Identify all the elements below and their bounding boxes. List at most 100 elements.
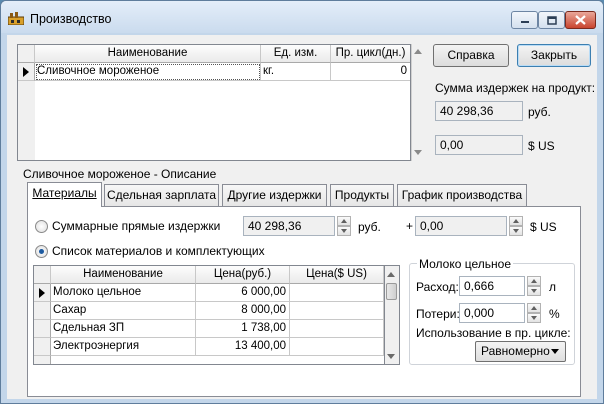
total-costs-usd-field[interactable]: 0,00 bbox=[415, 216, 507, 236]
material-price-rub-cell[interactable]: 1 738,00 bbox=[196, 320, 290, 338]
radio-selected-dot bbox=[39, 249, 44, 254]
tab-materials-label: Материалы bbox=[32, 186, 97, 200]
scroll-down-icon[interactable] bbox=[387, 354, 395, 359]
row-indicator bbox=[34, 302, 51, 320]
tab-production-schedule[interactable]: График производства bbox=[397, 184, 527, 206]
product-unit-cell[interactable]: кг. bbox=[261, 63, 331, 81]
row-indicator bbox=[34, 356, 51, 364]
material-price-rub-cell[interactable]: 8 000,00 bbox=[196, 302, 290, 320]
products-col-unit[interactable]: Ед. изм. bbox=[261, 45, 331, 63]
materials-list-label[interactable]: Список материалов и комплектующих bbox=[52, 244, 265, 258]
product-cycle-cell[interactable]: 0 bbox=[331, 63, 410, 81]
consumption-spinner[interactable] bbox=[527, 276, 541, 296]
products-grid[interactable]: Наименование Ед. изм. Пр. цикл(дн.) Слив… bbox=[17, 44, 411, 161]
close-button[interactable]: Закрыть bbox=[517, 44, 591, 67]
scroll-up-icon[interactable] bbox=[414, 49, 422, 54]
products-scrollbar[interactable] bbox=[411, 44, 426, 161]
row-indicator bbox=[34, 338, 51, 356]
description-title: Сливочное мороженое - Описание bbox=[23, 167, 217, 181]
window-title: Производство bbox=[30, 12, 112, 26]
materials-grid-corner bbox=[34, 266, 51, 284]
spin-down-button[interactable] bbox=[337, 226, 351, 236]
total-costs-usd-unit: $ US bbox=[530, 220, 557, 234]
consumption-input[interactable]: 0,666 bbox=[459, 276, 525, 296]
summary-usd-field: 0,00 bbox=[435, 135, 523, 155]
total-costs-label[interactable]: Суммарные прямые издержки bbox=[52, 219, 220, 233]
total-costs-plus: + bbox=[406, 219, 414, 233]
consumption-unit: л bbox=[549, 280, 557, 294]
materials-grid[interactable]: Наименование Цена(руб.) Цена($ US) Молок… bbox=[33, 265, 385, 365]
material-price-rub-cell[interactable]: 13 400,00 bbox=[196, 338, 290, 356]
minimize-button[interactable] bbox=[511, 11, 538, 29]
materials-col-price-rub[interactable]: Цена(руб.) bbox=[196, 266, 290, 284]
product-name-cell[interactable]: Сливочное мороженое bbox=[35, 63, 261, 81]
products-col-cycle[interactable]: Пр. цикл(дн.) bbox=[331, 45, 410, 63]
row-indicator bbox=[18, 63, 35, 81]
materials-list-radio[interactable] bbox=[35, 245, 48, 258]
spin-up-icon bbox=[341, 219, 347, 223]
total-costs-rub-spinner[interactable] bbox=[337, 216, 351, 236]
spin-down-button[interactable] bbox=[509, 226, 523, 236]
production-window: Производство Наименование Ед. изм. Пр. ц… bbox=[0, 0, 604, 404]
material-name-cell[interactable]: Электроэнергия bbox=[51, 338, 196, 356]
row-pointer-icon bbox=[39, 288, 45, 298]
tab-piecework-salary-label: Сдельная зарплата bbox=[106, 188, 217, 202]
material-name-cell[interactable]: Сахар bbox=[51, 302, 196, 320]
material-price-rub-cell[interactable]: 6 000,00 bbox=[196, 284, 290, 302]
spin-up-button[interactable] bbox=[527, 276, 541, 286]
scroll-down-icon[interactable] bbox=[414, 150, 422, 155]
tab-piecework-salary[interactable]: Сдельная зарплата bbox=[104, 184, 219, 206]
scrollbar-thumb[interactable] bbox=[386, 283, 397, 300]
spin-down-button[interactable] bbox=[527, 286, 541, 296]
factory-icon bbox=[8, 12, 24, 25]
spin-down-button[interactable] bbox=[527, 313, 541, 323]
total-costs-rub-unit: руб. bbox=[358, 220, 381, 234]
material-price-usd-cell[interactable] bbox=[290, 338, 384, 356]
materials-col-price-usd[interactable]: Цена($ US) bbox=[290, 266, 384, 284]
total-costs-rub-field[interactable]: 40 298,36 bbox=[243, 216, 335, 236]
minimize-icon bbox=[520, 21, 529, 23]
material-name-cell[interactable]: Сдельная ЗП bbox=[51, 320, 196, 338]
total-costs-usd-spinner[interactable] bbox=[509, 216, 523, 236]
spin-up-button[interactable] bbox=[527, 303, 541, 313]
loss-spinner[interactable] bbox=[527, 303, 541, 323]
materials-scrollbar[interactable] bbox=[385, 265, 400, 365]
tab-materials[interactable]: Материалы bbox=[27, 182, 102, 207]
loss-label: Потери: bbox=[416, 307, 460, 321]
help-button[interactable]: Справка bbox=[433, 44, 509, 67]
summary-label: Сумма издержек на продукт: bbox=[435, 81, 596, 95]
summary-rub-unit: руб. bbox=[528, 105, 551, 119]
row-pointer-icon bbox=[23, 67, 29, 77]
spin-up-button[interactable] bbox=[509, 216, 523, 226]
tab-production-schedule-label: График производства bbox=[401, 188, 523, 202]
maximize-icon bbox=[546, 15, 557, 25]
spin-down-icon bbox=[341, 229, 347, 233]
spin-down-icon bbox=[513, 229, 519, 233]
material-price-usd-cell[interactable] bbox=[290, 320, 384, 338]
tab-products[interactable]: Продукты bbox=[330, 184, 394, 206]
row-indicator bbox=[34, 320, 51, 338]
loss-input[interactable]: 0,000 bbox=[459, 303, 525, 323]
close-window-button[interactable] bbox=[565, 11, 596, 29]
material-name-cell[interactable]: Молоко цельное bbox=[51, 284, 196, 302]
spin-up-icon bbox=[513, 219, 519, 223]
tab-other-costs[interactable]: Другие издержки bbox=[222, 184, 327, 206]
usage-select[interactable]: Равномерно bbox=[475, 341, 566, 362]
products-col-name[interactable]: Наименование bbox=[35, 45, 261, 63]
spin-up-icon bbox=[531, 279, 537, 283]
maximize-button[interactable] bbox=[538, 11, 565, 29]
spin-up-icon bbox=[531, 306, 537, 310]
consumption-label: Расход: bbox=[416, 280, 459, 294]
spin-down-icon bbox=[531, 316, 537, 320]
row-indicator bbox=[34, 284, 51, 302]
material-price-usd-cell[interactable] bbox=[290, 284, 384, 302]
title-bar[interactable]: Производство bbox=[1, 1, 603, 33]
materials-col-name[interactable]: Наименование bbox=[51, 266, 196, 284]
material-price-usd-cell[interactable] bbox=[290, 302, 384, 320]
spin-up-button[interactable] bbox=[337, 216, 351, 226]
scroll-up-icon[interactable] bbox=[387, 272, 395, 277]
tab-other-costs-label: Другие издержки bbox=[227, 188, 322, 202]
total-costs-radio[interactable] bbox=[35, 220, 48, 233]
summary-usd-unit: $ US bbox=[528, 139, 555, 153]
products-grid-empty bbox=[18, 81, 35, 160]
